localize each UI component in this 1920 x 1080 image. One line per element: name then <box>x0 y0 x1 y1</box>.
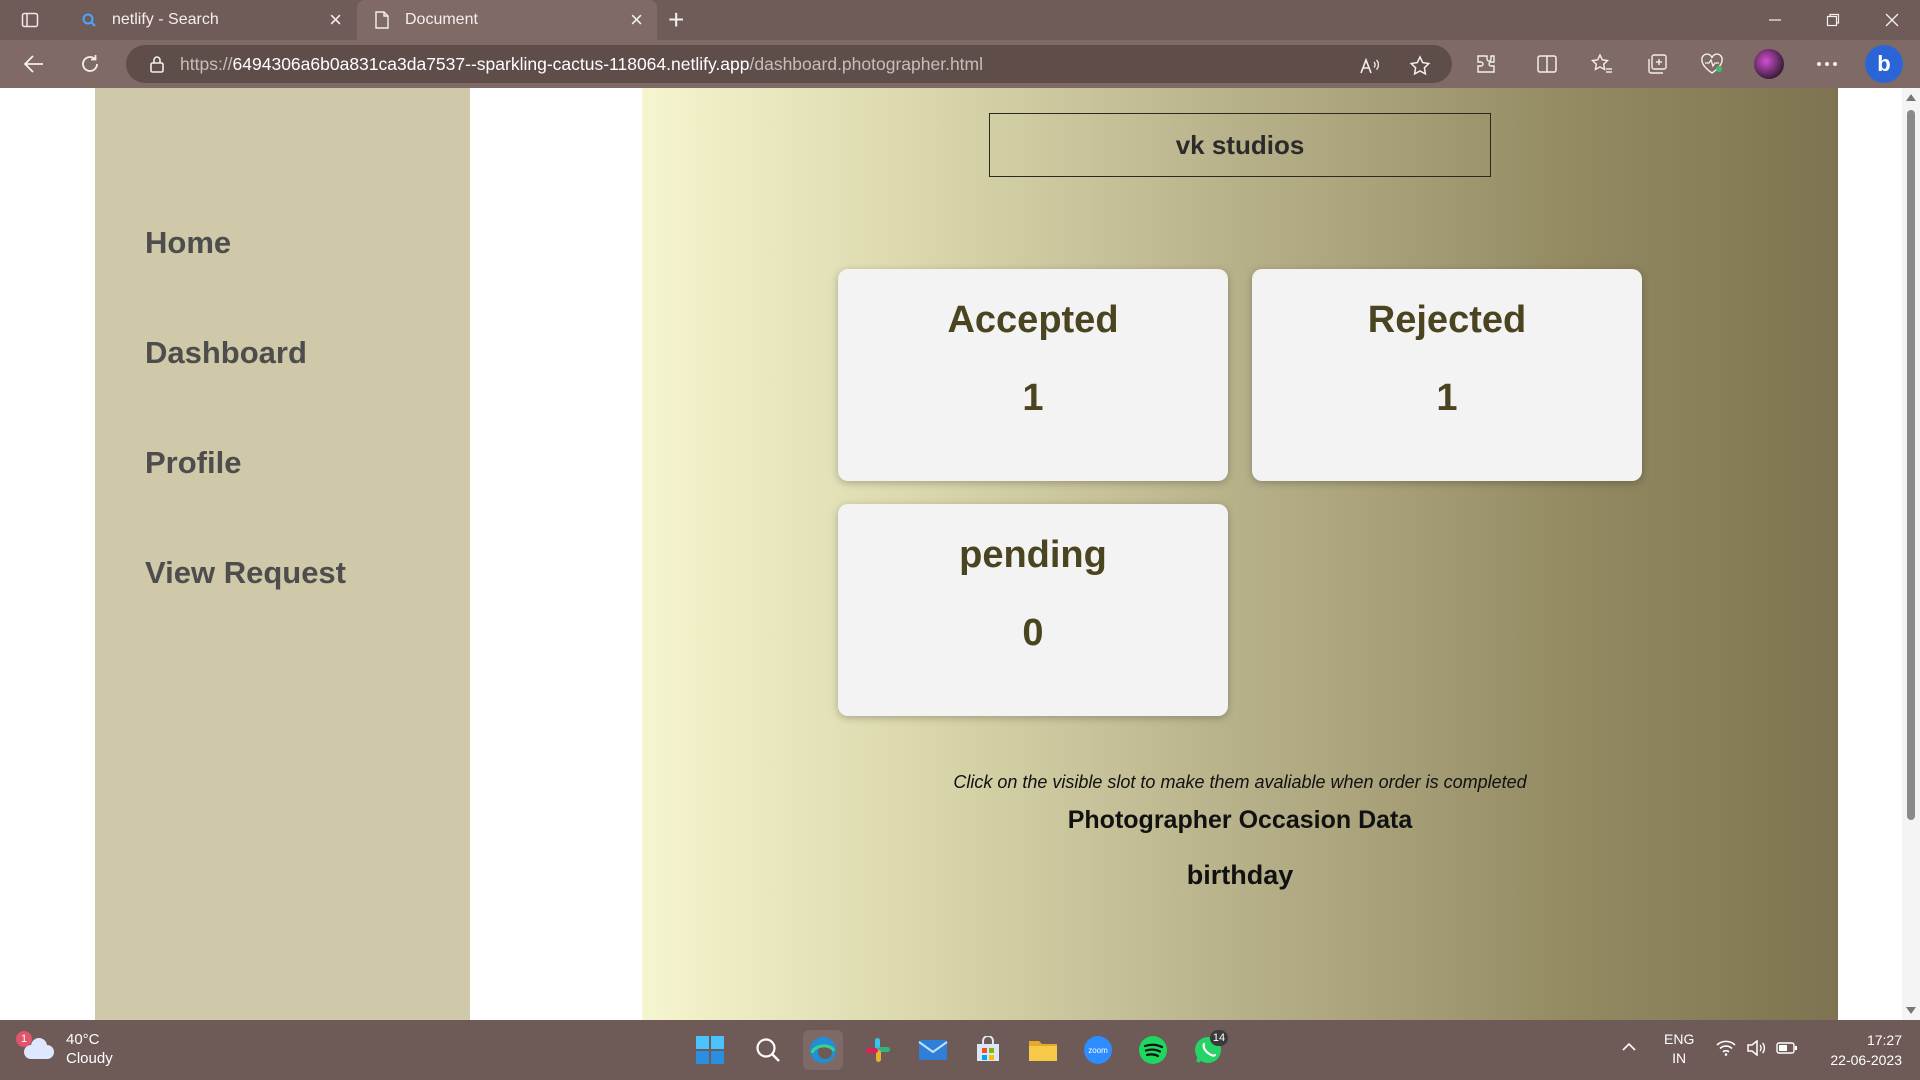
cloud-icon: 1 <box>16 1031 56 1061</box>
tab-actions-icon[interactable] <box>16 6 44 34</box>
new-tab-icon[interactable]: + <box>668 4 684 36</box>
read-aloud-icon[interactable] <box>1358 54 1382 78</box>
url-text: https://6494306a6b0a831ca3da7537--sparkl… <box>180 54 983 75</box>
rejected-card: Rejected 1 <box>1252 269 1642 481</box>
card-title: pending <box>959 534 1107 576</box>
extensions-icon[interactable] <box>1470 48 1502 80</box>
occasion-data-title: Photographer Occasion Data <box>1067 806 1413 834</box>
sidebar-item-dashboard[interactable]: Dashboard <box>145 335 307 371</box>
tab-bar: netlify - Search × Document × + <box>0 0 1920 40</box>
language-indicator[interactable]: ENG IN <box>1664 1030 1694 1068</box>
card-title: Rejected <box>1367 299 1527 341</box>
sidebar: Home Dashboard Profile View Request <box>95 88 470 1020</box>
favorite-star-icon[interactable] <box>1408 54 1432 78</box>
svg-text:zoom: zoom <box>1088 1046 1108 1055</box>
close-tab-icon[interactable]: × <box>329 9 342 31</box>
card-title: Accepted <box>947 299 1119 341</box>
scroll-down-arrow-icon[interactable] <box>1906 1007 1916 1014</box>
file-explorer-icon[interactable] <box>1023 1030 1063 1070</box>
weather-temp: 40°C <box>66 1031 100 1048</box>
sidebar-item-view-request[interactable]: View Request <box>145 555 346 591</box>
page-viewport: Home Dashboard Profile View Request vk s… <box>0 88 1920 1020</box>
system-clock[interactable]: 17:27 22-06-2023 <box>1830 1030 1902 1070</box>
url-bar[interactable]: https://6494306a6b0a831ca3da7537--sparkl… <box>126 45 1452 83</box>
back-arrow-icon[interactable] <box>18 48 50 80</box>
whatsapp-icon[interactable]: 14 <box>1188 1030 1228 1070</box>
search-icon[interactable] <box>748 1030 788 1070</box>
volume-icon[interactable] <box>1746 1039 1766 1061</box>
close-window-icon[interactable] <box>1864 0 1920 40</box>
slack-icon[interactable] <box>858 1030 898 1070</box>
bing-chat-button[interactable]: b <box>1864 44 1904 84</box>
refresh-icon[interactable] <box>74 48 106 80</box>
search-favicon-icon <box>80 11 98 29</box>
zoom-icon[interactable]: zoom <box>1078 1030 1118 1070</box>
whatsapp-badge: 14 <box>1210 1030 1228 1046</box>
scroll-up-arrow-icon[interactable] <box>1906 94 1916 101</box>
collections-icon[interactable] <box>1641 48 1673 80</box>
profile-avatar[interactable] <box>1753 48 1785 80</box>
spotify-icon[interactable] <box>1133 1030 1173 1070</box>
card-count: 0 <box>1022 612 1044 654</box>
clock-time: 17:27 <box>1866 1032 1902 1048</box>
clock-date: 22-06-2023 <box>1830 1052 1902 1068</box>
weather-badge: 1 <box>16 1031 32 1047</box>
card-count: 1 <box>1436 377 1458 419</box>
battery-icon[interactable] <box>1776 1041 1798 1060</box>
windows-start-icon[interactable] <box>690 1030 730 1070</box>
sidebar-item-home[interactable]: Home <box>145 225 231 261</box>
close-tab-icon[interactable]: × <box>630 9 643 31</box>
page-scrollbar[interactable] <box>1902 88 1920 1020</box>
url-host: 6494306a6b0a831ca3da7537--sparkling-cact… <box>232 53 750 74</box>
split-screen-icon[interactable] <box>1531 48 1563 80</box>
tab-document[interactable]: Document × <box>357 0 657 40</box>
dashboard-main: vk studios Accepted 1 Rejected 1 pending… <box>642 88 1838 1020</box>
slot-hint-text: Click on the visible slot to make them a… <box>953 772 1527 792</box>
tab-title: Document <box>405 11 478 28</box>
mail-icon[interactable] <box>913 1030 953 1070</box>
weather-text: 40°C Cloudy <box>66 1030 113 1068</box>
browser-essentials-icon[interactable] <box>1696 48 1728 80</box>
language-code: ENG <box>1664 1031 1695 1047</box>
favorites-icon[interactable] <box>1586 48 1618 80</box>
accepted-card: Accepted 1 <box>838 269 1228 481</box>
minimize-icon[interactable] <box>1747 0 1803 40</box>
microsoft-store-icon[interactable] <box>968 1030 1008 1070</box>
weather-widget[interactable]: 1 40°C Cloudy <box>16 1030 113 1068</box>
url-prefix: https:// <box>180 53 233 74</box>
tab-netlify-search[interactable]: netlify - Search × <box>64 0 356 40</box>
weather-desc: Cloudy <box>66 1050 113 1067</box>
scrollbar-thumb[interactable] <box>1907 110 1915 820</box>
sidebar-item-profile[interactable]: Profile <box>145 445 241 481</box>
bing-icon: b <box>1865 45 1903 83</box>
tab-title: netlify - Search <box>112 11 219 28</box>
studio-name-box: vk studios <box>989 113 1491 177</box>
document-favicon-icon <box>373 11 391 29</box>
taskbar: 1 40°C Cloudy zoom 14 ENG IN 17:27 22-06… <box>0 1020 1920 1080</box>
pending-card: pending 0 <box>838 504 1228 716</box>
url-path: /dashboard.photographer.html <box>749 53 984 74</box>
edge-browser-icon[interactable] <box>803 1030 843 1070</box>
occasion-slot-birthday[interactable]: birthday <box>642 860 1838 891</box>
restore-icon[interactable] <box>1805 0 1861 40</box>
address-toolbar: https://6494306a6b0a831ca3da7537--sparkl… <box>0 40 1920 88</box>
lock-icon[interactable] <box>146 55 168 73</box>
show-hidden-icons-icon[interactable] <box>1621 1038 1637 1057</box>
card-count: 1 <box>1022 377 1044 419</box>
wifi-icon[interactable] <box>1716 1040 1736 1061</box>
more-options-icon[interactable] <box>1811 48 1843 80</box>
avatar-image <box>1754 49 1784 79</box>
region-code: IN <box>1672 1050 1687 1066</box>
